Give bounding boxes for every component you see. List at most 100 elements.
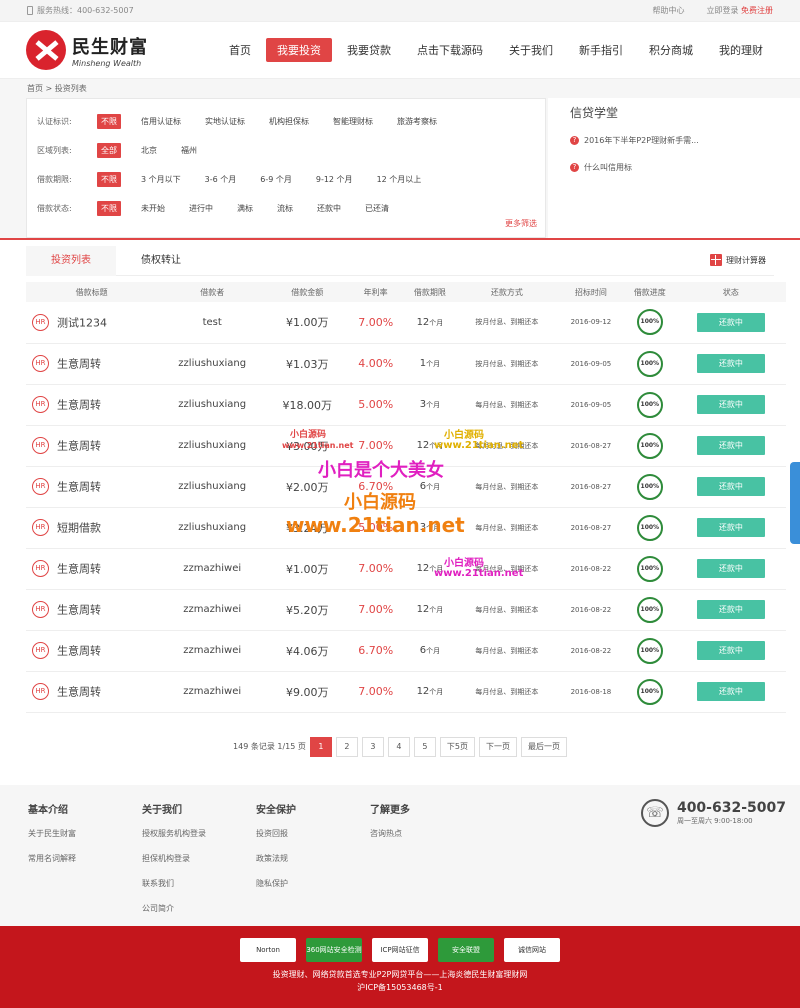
footer-link[interactable]: 关于民生财富 xyxy=(28,828,76,839)
footer-link[interactable]: 隐私保护 xyxy=(256,878,296,889)
borrower: zzliushuxiang xyxy=(157,507,268,549)
loan-title[interactable]: 短期借款 xyxy=(57,522,101,535)
status-button[interactable]: 还款中 xyxy=(696,477,765,496)
status-button[interactable]: 还款中 xyxy=(696,436,765,455)
footer-link[interactable]: 联系我们 xyxy=(142,878,206,889)
nav-download[interactable]: 点击下载源码 xyxy=(406,38,494,62)
filter-option[interactable]: 全部 xyxy=(97,143,121,158)
status-button[interactable]: 还款中 xyxy=(696,559,765,578)
footer-link[interactable]: 常用名词解释 xyxy=(28,853,76,864)
table-row[interactable]: HR 生意周转 zzmazhiwei ¥9.00万 7.00% 12个月 每月付息、到期还本… xyxy=(26,671,786,713)
360-badge[interactable]: 360网站安全检测 xyxy=(306,938,362,962)
status-button[interactable]: 还款中 xyxy=(696,354,765,373)
nav-invest[interactable]: 我要投资 xyxy=(266,38,332,62)
status-button[interactable]: 还款中 xyxy=(696,600,765,619)
filter-option[interactable]: 实地认证标 xyxy=(201,114,249,129)
filter-option[interactable]: 6-9 个月 xyxy=(256,172,296,187)
nav-my[interactable]: 我的理财 xyxy=(708,38,774,62)
table-row[interactable]: HR 生意周转 zzmazhiwei ¥5.20万 7.00% 12个月 每月付息、到期还本… xyxy=(26,589,786,631)
nav-guide[interactable]: 新手指引 xyxy=(568,38,634,62)
page-5[interactable]: 5 xyxy=(413,736,436,757)
table-row[interactable]: HR 生意周转 zzmazhiwei ¥1.00万 7.00% 12个月 每月付息、到期还本… xyxy=(26,548,786,590)
filter-option[interactable]: 流标 xyxy=(273,201,297,216)
status-button[interactable]: 还款中 xyxy=(696,682,765,701)
loan-title[interactable]: 生意周转 xyxy=(57,481,101,494)
filter-option[interactable]: 不限 xyxy=(97,201,121,216)
filter-option[interactable]: 12 个月以上 xyxy=(373,172,426,187)
filter-option[interactable]: 北京 xyxy=(137,143,161,158)
nav-mall[interactable]: 积分商城 xyxy=(638,38,704,62)
footer-link[interactable]: 政策法规 xyxy=(256,853,296,864)
page-3[interactable]: 3 xyxy=(361,736,384,757)
register-link[interactable]: 免费注册 xyxy=(741,6,773,15)
loan-title[interactable]: 生意周转 xyxy=(57,440,101,453)
loan-title[interactable]: 测试1234 xyxy=(57,316,107,329)
logo[interactable]: 民生财富 Minsheng Wealth xyxy=(26,30,148,70)
loan-title[interactable]: 生意周转 xyxy=(57,358,101,371)
table-row[interactable]: HR 生意周转 zzliushuxiang ¥1.03万 4.00% 1个月 按月付息、到期… xyxy=(26,343,786,385)
login-link[interactable]: 立即登录 xyxy=(706,6,738,15)
filter-option[interactable]: 还款中 xyxy=(313,201,345,216)
status-button[interactable]: 还款中 xyxy=(696,312,765,332)
table-row[interactable]: HR 测试1234 test ¥1.00万 7.00% 12个月 按月付息、到期还本 2016… xyxy=(26,302,786,344)
nav-home[interactable]: 首页 xyxy=(218,38,262,62)
status-button[interactable]: 还款中 xyxy=(696,641,765,660)
tab-invest-list[interactable]: 投资列表 xyxy=(26,245,116,276)
filter-option[interactable]: 3-6 个月 xyxy=(201,172,241,187)
filter-option[interactable]: 已还清 xyxy=(361,201,393,216)
footer-link[interactable]: 咨询热点 xyxy=(370,828,410,839)
filter-option[interactable]: 不限 xyxy=(97,114,121,129)
loan-title[interactable]: 生意周转 xyxy=(57,399,101,412)
filter-option[interactable]: 进行中 xyxy=(185,201,217,216)
hr-icon: HR xyxy=(32,683,49,700)
hr-icon: HR xyxy=(32,355,49,372)
page-4[interactable]: 4 xyxy=(387,736,410,757)
tab-debt-transfer[interactable]: 债权转让 xyxy=(116,246,206,276)
table-row[interactable]: HR 短期借款 zzliushuxiang ¥3.24万 5.00% 3个月 每月付息、到期… xyxy=(26,507,786,549)
side-float-button[interactable] xyxy=(790,462,800,544)
filter-option[interactable]: 9-12 个月 xyxy=(312,172,357,187)
more-filter-link[interactable]: 更多筛选 xyxy=(505,218,537,229)
table-row[interactable]: HR 生意周转 zzliushuxiang ¥2.00万 6.70% 6个月 每月付息、到期… xyxy=(26,466,786,508)
filter-option[interactable]: 福州 xyxy=(177,143,201,158)
filter-option[interactable]: 未开始 xyxy=(137,201,169,216)
nav-about[interactable]: 关于我们 xyxy=(498,38,564,62)
school-item[interactable]: ? 2016年下半年P2P理财新手需... xyxy=(570,135,778,146)
filter-option[interactable]: 3 个月以下 xyxy=(137,172,185,187)
status-button[interactable]: 还款中 xyxy=(696,395,765,414)
school-item[interactable]: ? 什么叫信用标 xyxy=(570,162,778,173)
loan-title[interactable]: 生意周转 xyxy=(57,563,101,576)
footer-link[interactable]: 授权服务机构登录 xyxy=(142,828,206,839)
filter-option[interactable]: 旅游考察标 xyxy=(393,114,441,129)
loan-title[interactable]: 生意周转 xyxy=(57,604,101,617)
page-2[interactable]: 2 xyxy=(335,736,358,757)
filter-option[interactable]: 满标 xyxy=(233,201,257,216)
status-button[interactable]: 还款中 xyxy=(696,518,765,537)
calculator-link[interactable]: 理财计算器 xyxy=(710,254,766,266)
loan-title[interactable]: 生意周转 xyxy=(57,686,101,699)
help-link[interactable]: 帮助中心 xyxy=(652,5,684,16)
filter-option[interactable]: 不限 xyxy=(97,172,121,187)
tender-date: 2016-08-22 xyxy=(557,548,624,590)
next-page[interactable]: 下一页 xyxy=(478,736,517,757)
filter-option[interactable]: 机构担保标 xyxy=(265,114,313,129)
nav-loan[interactable]: 我要贷款 xyxy=(336,38,402,62)
page-1[interactable]: 1 xyxy=(309,736,332,757)
footer-link[interactable]: 公司简介 xyxy=(142,903,206,914)
table-row[interactable]: HR 生意周转 zzmazhiwei ¥4.06万 6.70% 6个月 每月付息、到期还本 2… xyxy=(26,630,786,672)
norton-badge[interactable]: Norton xyxy=(240,938,296,962)
footer-col: 关于我们 授权服务机构登录 担保机构登录 联系我们 公司简介 xyxy=(142,805,206,914)
footer-link[interactable]: 担保机构登录 xyxy=(142,853,206,864)
filter-option[interactable]: 智能理财标 xyxy=(329,114,377,129)
icp-badge[interactable]: ICP网站征信 xyxy=(372,938,428,962)
table-row[interactable]: HR 生意周转 zzliushuxiang ¥3.00万 7.00% 12个月 每月付息、到… xyxy=(26,425,786,467)
next-5-pages[interactable]: 下5页 xyxy=(439,736,475,757)
trust-badge[interactable]: 诚信网站 xyxy=(504,938,560,962)
table-row[interactable]: HR 生意周转 zzliushuxiang ¥18.00万 5.00% 3个月 每月付息、到… xyxy=(26,384,786,426)
loan-title[interactable]: 生意周转 xyxy=(57,645,101,658)
security-alliance-badge[interactable]: 安全联盟 xyxy=(438,938,494,962)
filter-option[interactable]: 信用认证标 xyxy=(137,114,185,129)
footer-link[interactable]: 投资回报 xyxy=(256,828,296,839)
hr-icon: HR xyxy=(32,642,49,659)
last-page[interactable]: 最后一页 xyxy=(520,736,567,757)
